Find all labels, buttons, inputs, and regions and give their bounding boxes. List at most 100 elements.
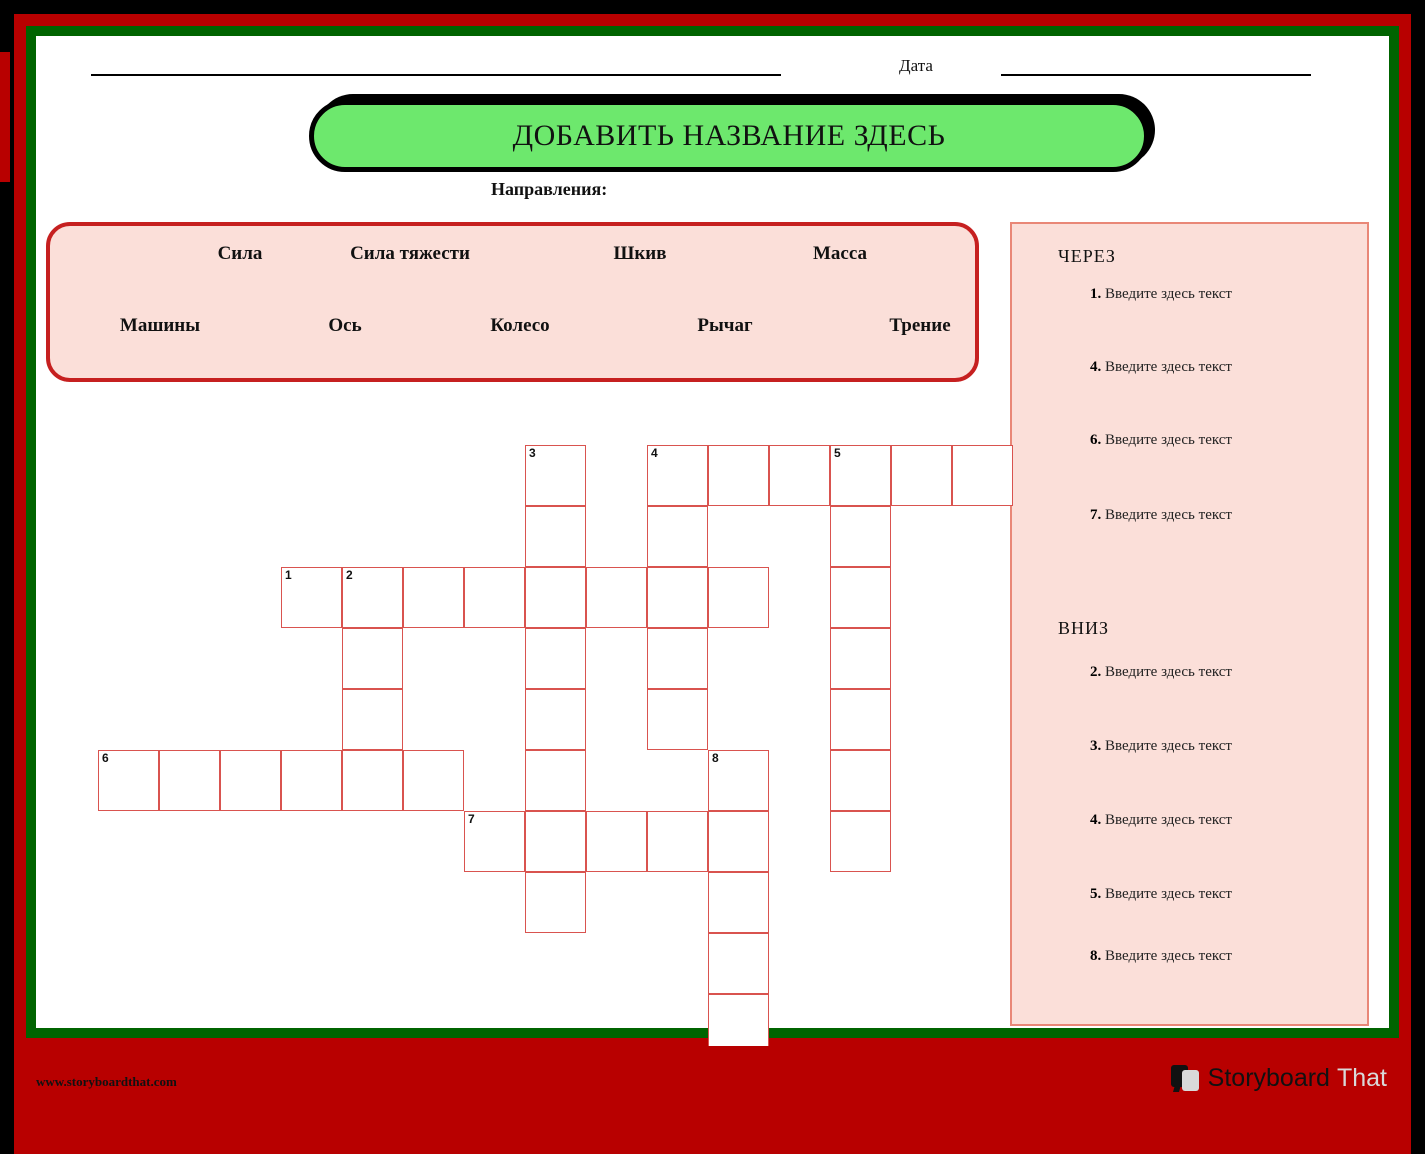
crossword-cell[interactable] — [342, 628, 403, 689]
crossword-grid[interactable]: 3 4 5 1 2 6 8 7 — [36, 372, 1013, 1055]
clue-number: 4. — [1090, 359, 1102, 375]
crossword-cell[interactable] — [647, 628, 708, 689]
crossword-cell[interactable] — [403, 750, 464, 811]
crossword-cell[interactable] — [464, 567, 525, 628]
crossword-cell-numbered[interactable]: 3 — [525, 445, 586, 506]
crossword-cell[interactable] — [830, 506, 891, 567]
logo-text-storyboard: Storyboard — [1207, 1064, 1330, 1092]
crossword-cell[interactable] — [708, 872, 769, 933]
crossword-cell-number: 4 — [651, 446, 658, 460]
crossword-cell[interactable] — [769, 445, 830, 506]
clue-text: Введите здесь текст — [1101, 507, 1232, 523]
title-banner[interactable]: ДОБАВИТЬ НАЗВАНИЕ ЗДЕСЬ — [309, 94, 1159, 174]
crossword-cell[interactable] — [525, 750, 586, 811]
crossword-cell-number: 7 — [468, 812, 475, 826]
clue-text: Введите здесь текст — [1101, 432, 1232, 448]
clue-across[interactable]: 7. Введите здесь текст — [1090, 507, 1232, 524]
crossword-cell[interactable] — [708, 445, 769, 506]
clue-number: 4. — [1090, 812, 1102, 828]
crossword-cell-number: 3 — [529, 446, 536, 460]
crossword-cell-number: 1 — [285, 568, 292, 582]
clue-down[interactable]: 2. Введите здесь текст — [1090, 664, 1232, 681]
header: Дата — [36, 36, 1389, 96]
crossword-cell[interactable] — [525, 506, 586, 567]
crossword-cell[interactable] — [525, 872, 586, 933]
date-line[interactable] — [1001, 74, 1311, 76]
crossword-cell[interactable] — [586, 811, 647, 872]
crossword-cell-numbered[interactable]: 6 — [98, 750, 159, 811]
crossword-cell[interactable] — [708, 811, 769, 872]
crossword-cell-numbered[interactable]: 2 — [342, 567, 403, 628]
storyboardthat-logo: Storyboard That — [1170, 1064, 1387, 1093]
crossword-cell[interactable] — [830, 628, 891, 689]
crossword-cell[interactable] — [525, 811, 586, 872]
crossword-cell-numbered[interactable]: 1 — [281, 567, 342, 628]
crossword-cell[interactable] — [281, 750, 342, 811]
crossword-cell[interactable] — [342, 750, 403, 811]
crossword-cell[interactable] — [708, 567, 769, 628]
crossword-cell[interactable] — [525, 567, 586, 628]
word-bank-item: Трение — [889, 315, 951, 336]
word-bank-item: Сила тяжести — [350, 243, 470, 264]
crossword-cell-number: 6 — [102, 751, 109, 765]
worksheet-page: Дата ДОБАВИТЬ НАЗВАНИЕ ЗДЕСЬ Направления… — [0, 0, 1425, 1154]
crossword-cell[interactable] — [830, 811, 891, 872]
crossword-cell[interactable] — [830, 750, 891, 811]
clue-down[interactable]: 5. Введите здесь текст — [1090, 886, 1232, 903]
crossword-cell-number: 8 — [712, 751, 719, 765]
crossword-cell-numbered[interactable]: 7 — [464, 811, 525, 872]
crossword-cell-number: 5 — [834, 446, 841, 460]
word-bank-item: Машины — [119, 315, 201, 336]
clue-text: Введите здесь текст — [1101, 738, 1232, 754]
clue-down[interactable]: 3. Введите здесь текст — [1090, 738, 1232, 755]
crossword-cell[interactable] — [952, 445, 1013, 506]
crossword-cell[interactable] — [647, 567, 708, 628]
worksheet-sheet: Дата ДОБАВИТЬ НАЗВАНИЕ ЗДЕСЬ Направления… — [36, 36, 1389, 1055]
word-bank-item: Рычаг — [697, 315, 753, 336]
clue-down[interactable]: 4. Введите здесь текст — [1090, 812, 1232, 829]
footer-url[interactable]: www.storyboardthat.com — [36, 1074, 177, 1090]
crossword-cell-numbered[interactable]: 4 — [647, 445, 708, 506]
directions-label: Направления: — [491, 179, 608, 199]
speech-bubble-icon — [1170, 1064, 1201, 1093]
crossword-cell-numbered[interactable]: 8 — [708, 750, 769, 811]
clue-number: 7. — [1090, 507, 1102, 523]
crossword-cell[interactable] — [525, 689, 586, 750]
title-box[interactable]: ДОБАВИТЬ НАЗВАНИЕ ЗДЕСЬ — [309, 100, 1149, 172]
clue-text: Введите здесь текст — [1101, 286, 1232, 302]
clue-number: 3. — [1090, 738, 1102, 754]
clue-across[interactable]: 1. Введите здесь текст — [1090, 286, 1232, 303]
clue-text: Введите здесь текст — [1101, 664, 1232, 680]
crossword-cell[interactable] — [159, 750, 220, 811]
clue-down[interactable]: 8. Введите здесь текст — [1090, 948, 1232, 965]
crossword-cell[interactable] — [647, 811, 708, 872]
logo-text-that: That — [1336, 1064, 1387, 1092]
clue-number: 8. — [1090, 948, 1102, 964]
word-bank-item: Масса — [812, 243, 868, 264]
word-bank-item: Сила — [217, 243, 263, 264]
down-heading: ВНИЗ — [1058, 618, 1110, 638]
page-title: ДОБАВИТЬ НАЗВАНИЕ ЗДЕСЬ — [512, 119, 946, 152]
crossword-cell[interactable] — [708, 933, 769, 994]
clue-across[interactable]: 4. Введите здесь текст — [1090, 359, 1232, 376]
word-bank-item: Колесо — [490, 315, 550, 336]
crossword-cell[interactable] — [525, 628, 586, 689]
clue-number: 5. — [1090, 886, 1102, 902]
clue-text: Введите здесь текст — [1101, 359, 1232, 375]
crossword-cell-numbered[interactable]: 5 — [830, 445, 891, 506]
crossword-cell[interactable] — [220, 750, 281, 811]
name-line[interactable] — [91, 74, 781, 76]
crossword-cell[interactable] — [586, 567, 647, 628]
crossword-cell[interactable] — [403, 567, 464, 628]
word-bank-item: Шкив — [613, 243, 667, 264]
crossword-cell[interactable] — [891, 445, 952, 506]
crossword-cell[interactable] — [647, 689, 708, 750]
crossword-cell[interactable] — [830, 567, 891, 628]
crossword-cell[interactable] — [647, 506, 708, 567]
crossword-cell[interactable] — [342, 689, 403, 750]
footer: www.storyboardthat.com Storyboard That — [14, 1046, 1411, 1118]
crossword-cell[interactable] — [830, 689, 891, 750]
clue-panel: ЧЕРЕЗ ВНИЗ 1. Введите здесь текст 4. Введ… — [1010, 222, 1369, 1026]
clue-number: 1. — [1090, 286, 1102, 302]
clue-across[interactable]: 6. Введите здесь текст — [1090, 432, 1232, 449]
